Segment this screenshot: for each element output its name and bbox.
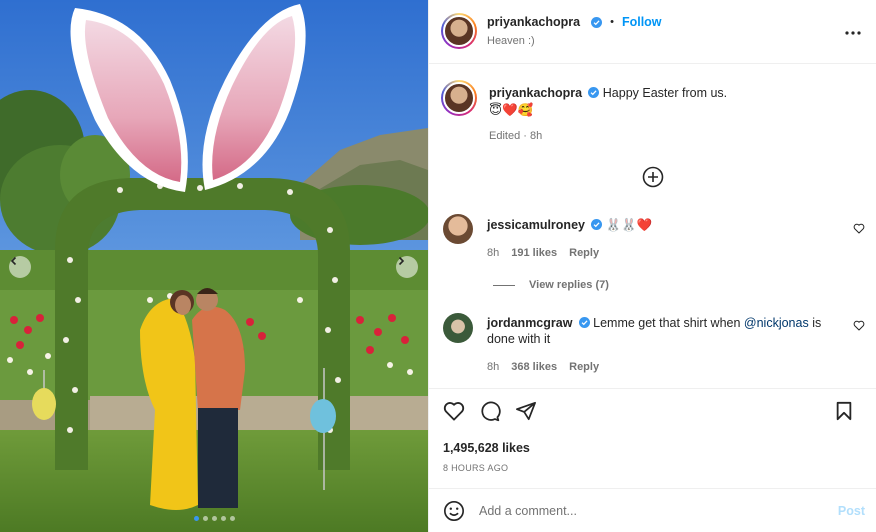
- heart-outline-icon: [853, 223, 865, 234]
- reply-button[interactable]: Reply: [569, 247, 599, 259]
- like-comment-button[interactable]: [853, 320, 865, 334]
- comment-item: jessicamulroney 🐰🐰❤️: [487, 217, 652, 233]
- verified-badge-icon: [591, 16, 603, 28]
- caption-author-avatar[interactable]: [441, 80, 477, 116]
- verified-badge-icon: [578, 317, 590, 328]
- like-button[interactable]: [443, 401, 465, 424]
- post-modal: priyankachopra • Follow Heaven :) priyan…: [0, 0, 876, 532]
- send-icon: [516, 401, 536, 421]
- carousel-dot: [194, 516, 199, 521]
- more-options-button[interactable]: [845, 24, 861, 38]
- carousel-dot: [212, 516, 217, 521]
- comment-likes[interactable]: 191 likes: [511, 247, 557, 259]
- follow-button[interactable]: Follow: [622, 15, 662, 29]
- comment-input[interactable]: [479, 501, 819, 521]
- verified-badge-icon: [591, 219, 603, 230]
- comment-text: Lemme get that shirt when: [593, 316, 744, 330]
- post-actions: 1,495,628 likes 8 HOURS AGO: [429, 388, 876, 488]
- author-username[interactable]: priyankachopra: [487, 15, 580, 29]
- author-avatar[interactable]: [441, 13, 477, 49]
- previous-photo-button[interactable]: [9, 256, 31, 278]
- add-comment-bar: Post: [429, 488, 876, 532]
- load-more-comments-button[interactable]: [642, 166, 664, 191]
- save-button[interactable]: [835, 401, 853, 424]
- post-photo[interactable]: [0, 0, 428, 532]
- comment-avatar[interactable]: [443, 214, 473, 244]
- comment-meta: 8h 368 likes Reply: [487, 361, 599, 373]
- comment-text: 🐰🐰❤️: [605, 218, 653, 232]
- post-location[interactable]: Heaven :): [487, 35, 535, 47]
- comment-avatar[interactable]: [443, 313, 473, 343]
- plus-circle-icon: [642, 166, 664, 188]
- comment-time: 8h: [487, 361, 500, 373]
- comment-button[interactable]: [479, 401, 501, 425]
- view-replies-label: View replies (7): [529, 279, 609, 291]
- divider-line: [493, 284, 515, 286]
- comment-meta: 8h 191 likes Reply: [487, 247, 599, 259]
- bookmark-icon: [836, 401, 852, 421]
- share-button[interactable]: [515, 401, 537, 424]
- carousel-dot: [221, 516, 226, 521]
- caption: priyankachopra Happy Easter from us. 😇❤️…: [489, 85, 859, 118]
- view-replies-button[interactable]: View replies (7): [493, 279, 609, 291]
- comment-item: jordanmcgraw Lemme get that shirt when @…: [487, 315, 822, 347]
- carousel-dot: [230, 516, 235, 521]
- carousel-dot: [203, 516, 208, 521]
- mention-link[interactable]: @nickjonas: [744, 316, 809, 330]
- heart-outline-icon: [853, 320, 865, 331]
- caption-text: Happy Easter from us.: [602, 86, 728, 100]
- likes-count[interactable]: 1,495,628 likes: [443, 441, 530, 455]
- like-comment-button[interactable]: [853, 223, 865, 237]
- comment-author[interactable]: jordanmcgraw: [487, 316, 572, 330]
- chevron-left-icon: [10, 256, 17, 266]
- comment-icon: [481, 401, 501, 422]
- post-timestamp: 8 HOURS AGO: [443, 463, 509, 473]
- carousel-indicator: [194, 516, 235, 521]
- comment-author[interactable]: jessicamulroney: [487, 218, 585, 232]
- heart-icon: [443, 402, 465, 421]
- post-details-panel: priyankachopra • Follow Heaven :) priyan…: [428, 0, 876, 532]
- emoji-smile-icon: [444, 501, 464, 521]
- chevron-right-icon: [398, 256, 405, 266]
- comment-likes[interactable]: 368 likes: [511, 361, 557, 373]
- caption-author-username[interactable]: priyankachopra: [489, 86, 582, 100]
- easter-photo: [0, 0, 428, 532]
- comment-time: 8h: [487, 247, 500, 259]
- emoji-picker-button[interactable]: [443, 500, 465, 525]
- reply-button[interactable]: Reply: [569, 361, 599, 373]
- verified-badge-icon: [588, 87, 600, 98]
- post-comment-button[interactable]: Post: [838, 504, 865, 518]
- post-header: priyankachopra • Follow Heaven :): [429, 0, 876, 64]
- caption-emojis: 😇❤️🥰: [489, 103, 534, 117]
- next-photo-button[interactable]: [396, 256, 418, 278]
- caption-edited-time: Edited · 8h: [489, 130, 543, 142]
- more-horizontal-icon: [845, 31, 861, 35]
